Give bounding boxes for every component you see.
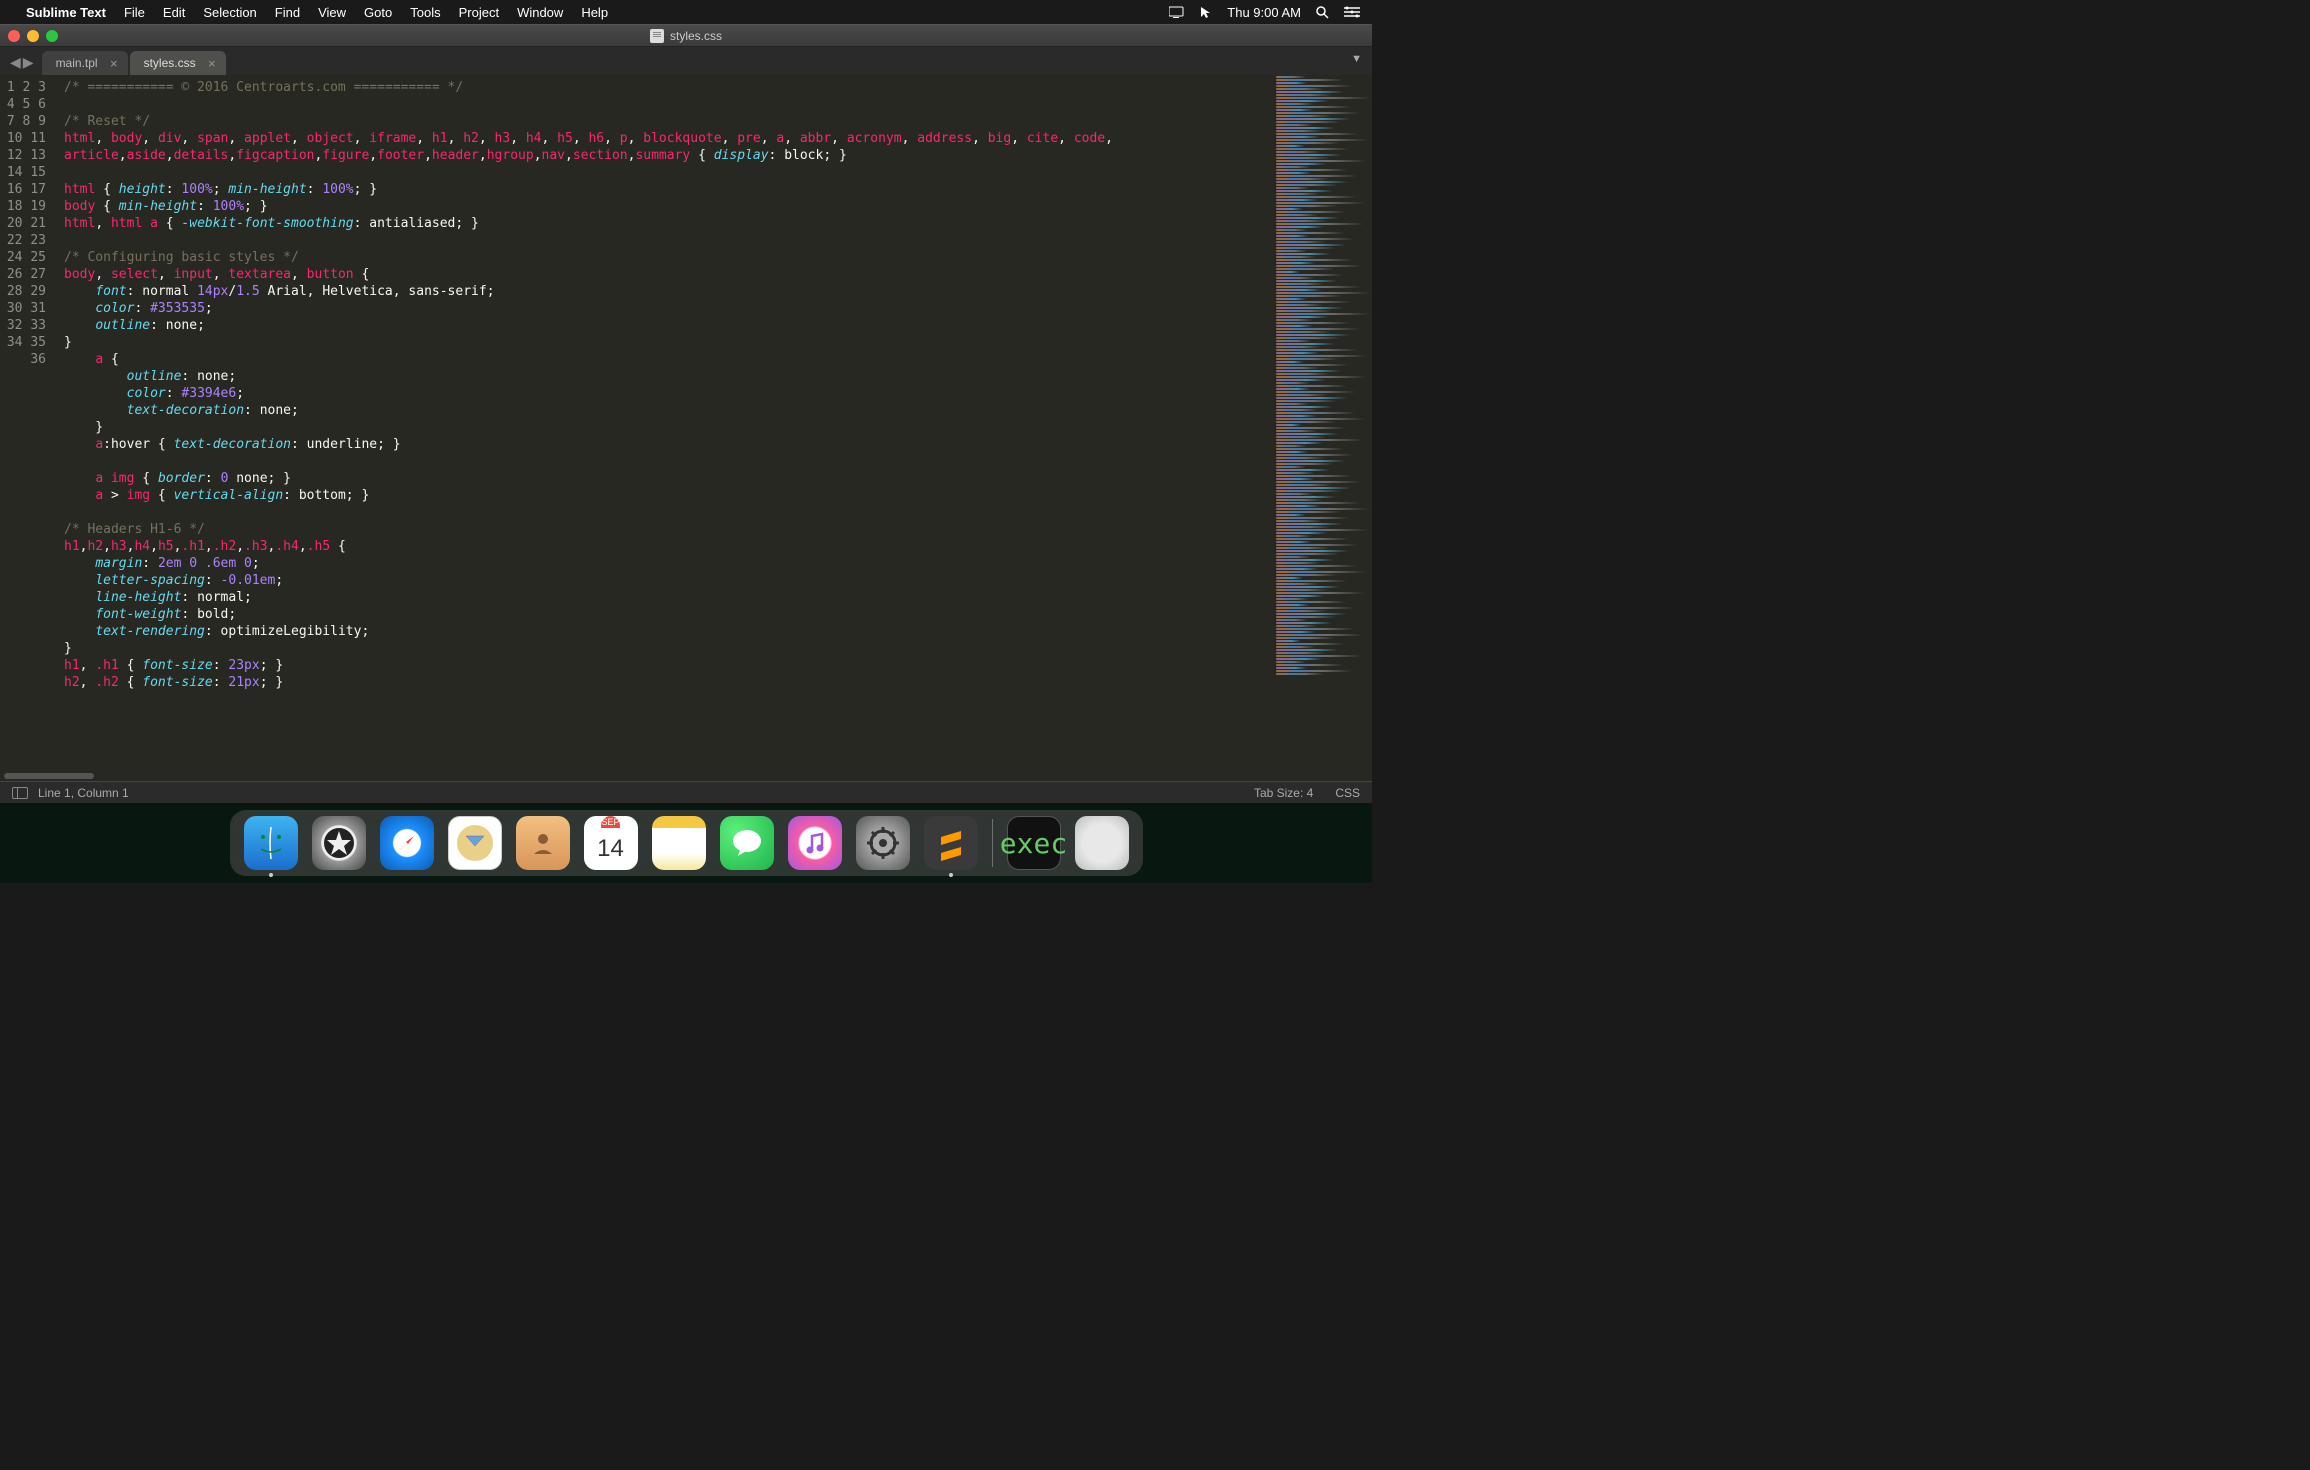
tab-label: main.tpl — [56, 56, 98, 70]
tab-close-icon[interactable]: × — [110, 56, 118, 71]
menu-tools[interactable]: Tools — [410, 5, 440, 20]
dock-terminal-icon[interactable]: exec — [1007, 816, 1061, 870]
minimize-window-button[interactable] — [27, 30, 39, 42]
menu-help[interactable]: Help — [581, 5, 608, 20]
running-indicator — [949, 873, 953, 877]
dock-messages-icon[interactable] — [720, 816, 774, 870]
dock-itunes-icon[interactable] — [788, 816, 842, 870]
dock-safari-icon[interactable] — [380, 816, 434, 870]
menu-project[interactable]: Project — [459, 5, 499, 20]
app-name[interactable]: Sublime Text — [26, 5, 106, 20]
code-editor[interactable]: /* =========== © 2016 Centroarts.com ===… — [56, 75, 1272, 771]
window-title: styles.css — [650, 29, 722, 43]
menu-view[interactable]: View — [318, 5, 346, 20]
panel-switcher-icon[interactable] — [12, 787, 28, 799]
fullscreen-window-button[interactable] — [46, 30, 58, 42]
nav-forward-icon[interactable]: ▶ — [23, 54, 34, 71]
dock-notes-icon[interactable] — [652, 816, 706, 870]
status-bar: Line 1, Column 1 Tab Size: 4 CSS — [0, 781, 1372, 803]
tab-size[interactable]: Tab Size: 4 — [1254, 786, 1313, 800]
editor-area: 1 2 3 4 5 6 7 8 9 10 11 12 13 14 15 16 1… — [0, 75, 1372, 771]
scrollbar-thumb[interactable] — [4, 773, 94, 779]
dock-sublime-icon[interactable] — [924, 816, 978, 870]
dock: SEP 14 exec — [230, 810, 1143, 876]
calendar-month: SEP — [601, 816, 619, 828]
menubar-clock[interactable]: Thu 9:00 AM — [1227, 5, 1301, 20]
tab-main-tpl[interactable]: main.tpl × — [42, 51, 128, 75]
menu-goto[interactable]: Goto — [364, 5, 392, 20]
cursor-icon[interactable] — [1199, 5, 1213, 19]
window-title-text: styles.css — [670, 29, 722, 43]
cursor-position[interactable]: Line 1, Column 1 — [38, 786, 129, 800]
spotlight-icon[interactable] — [1315, 5, 1330, 20]
dock-launchpad-icon[interactable] — [312, 816, 366, 870]
horizontal-scrollbar[interactable] — [0, 771, 1372, 781]
window-titlebar: styles.css — [0, 24, 1372, 47]
terminal-label: exec — [1000, 827, 1067, 860]
dock-mail-icon[interactable] — [448, 816, 502, 870]
macos-menubar: Sublime Text File Edit Selection Find Vi… — [0, 0, 1372, 24]
menu-window[interactable]: Window — [517, 5, 563, 20]
tab-label: styles.css — [144, 56, 196, 70]
menu-edit[interactable]: Edit — [163, 5, 185, 20]
display-mirror-icon[interactable] — [1169, 6, 1185, 18]
tab-overflow-icon[interactable]: ▼ — [1351, 53, 1362, 65]
running-indicator — [269, 873, 273, 877]
dock-trash-icon[interactable] — [1075, 816, 1129, 870]
tab-bar: ◀ ▶ main.tpl × styles.css × ▼ — [0, 47, 1372, 75]
desktop-background: SEP 14 exec — [0, 803, 1372, 883]
dock-contacts-icon[interactable] — [516, 816, 570, 870]
nav-back-icon[interactable]: ◀ — [10, 54, 21, 71]
menu-selection[interactable]: Selection — [203, 5, 256, 20]
control-center-icon[interactable] — [1344, 6, 1360, 18]
dock-calendar-icon[interactable]: SEP 14 — [584, 816, 638, 870]
menu-find[interactable]: Find — [275, 5, 300, 20]
history-nav: ◀ ▶ — [6, 54, 42, 75]
tab-styles-css[interactable]: styles.css × — [130, 51, 226, 75]
line-number-gutter: 1 2 3 4 5 6 7 8 9 10 11 12 13 14 15 16 1… — [0, 75, 56, 771]
dock-settings-icon[interactable] — [856, 816, 910, 870]
syntax-mode[interactable]: CSS — [1335, 786, 1360, 800]
menu-file[interactable]: File — [124, 5, 145, 20]
dock-finder-icon[interactable] — [244, 816, 298, 870]
close-window-button[interactable] — [8, 30, 20, 42]
file-icon — [650, 29, 664, 43]
minimap[interactable] — [1272, 75, 1372, 771]
tab-close-icon[interactable]: × — [208, 56, 216, 71]
dock-divider — [992, 819, 993, 867]
calendar-day: 14 — [597, 828, 624, 870]
traffic-lights — [8, 30, 58, 42]
